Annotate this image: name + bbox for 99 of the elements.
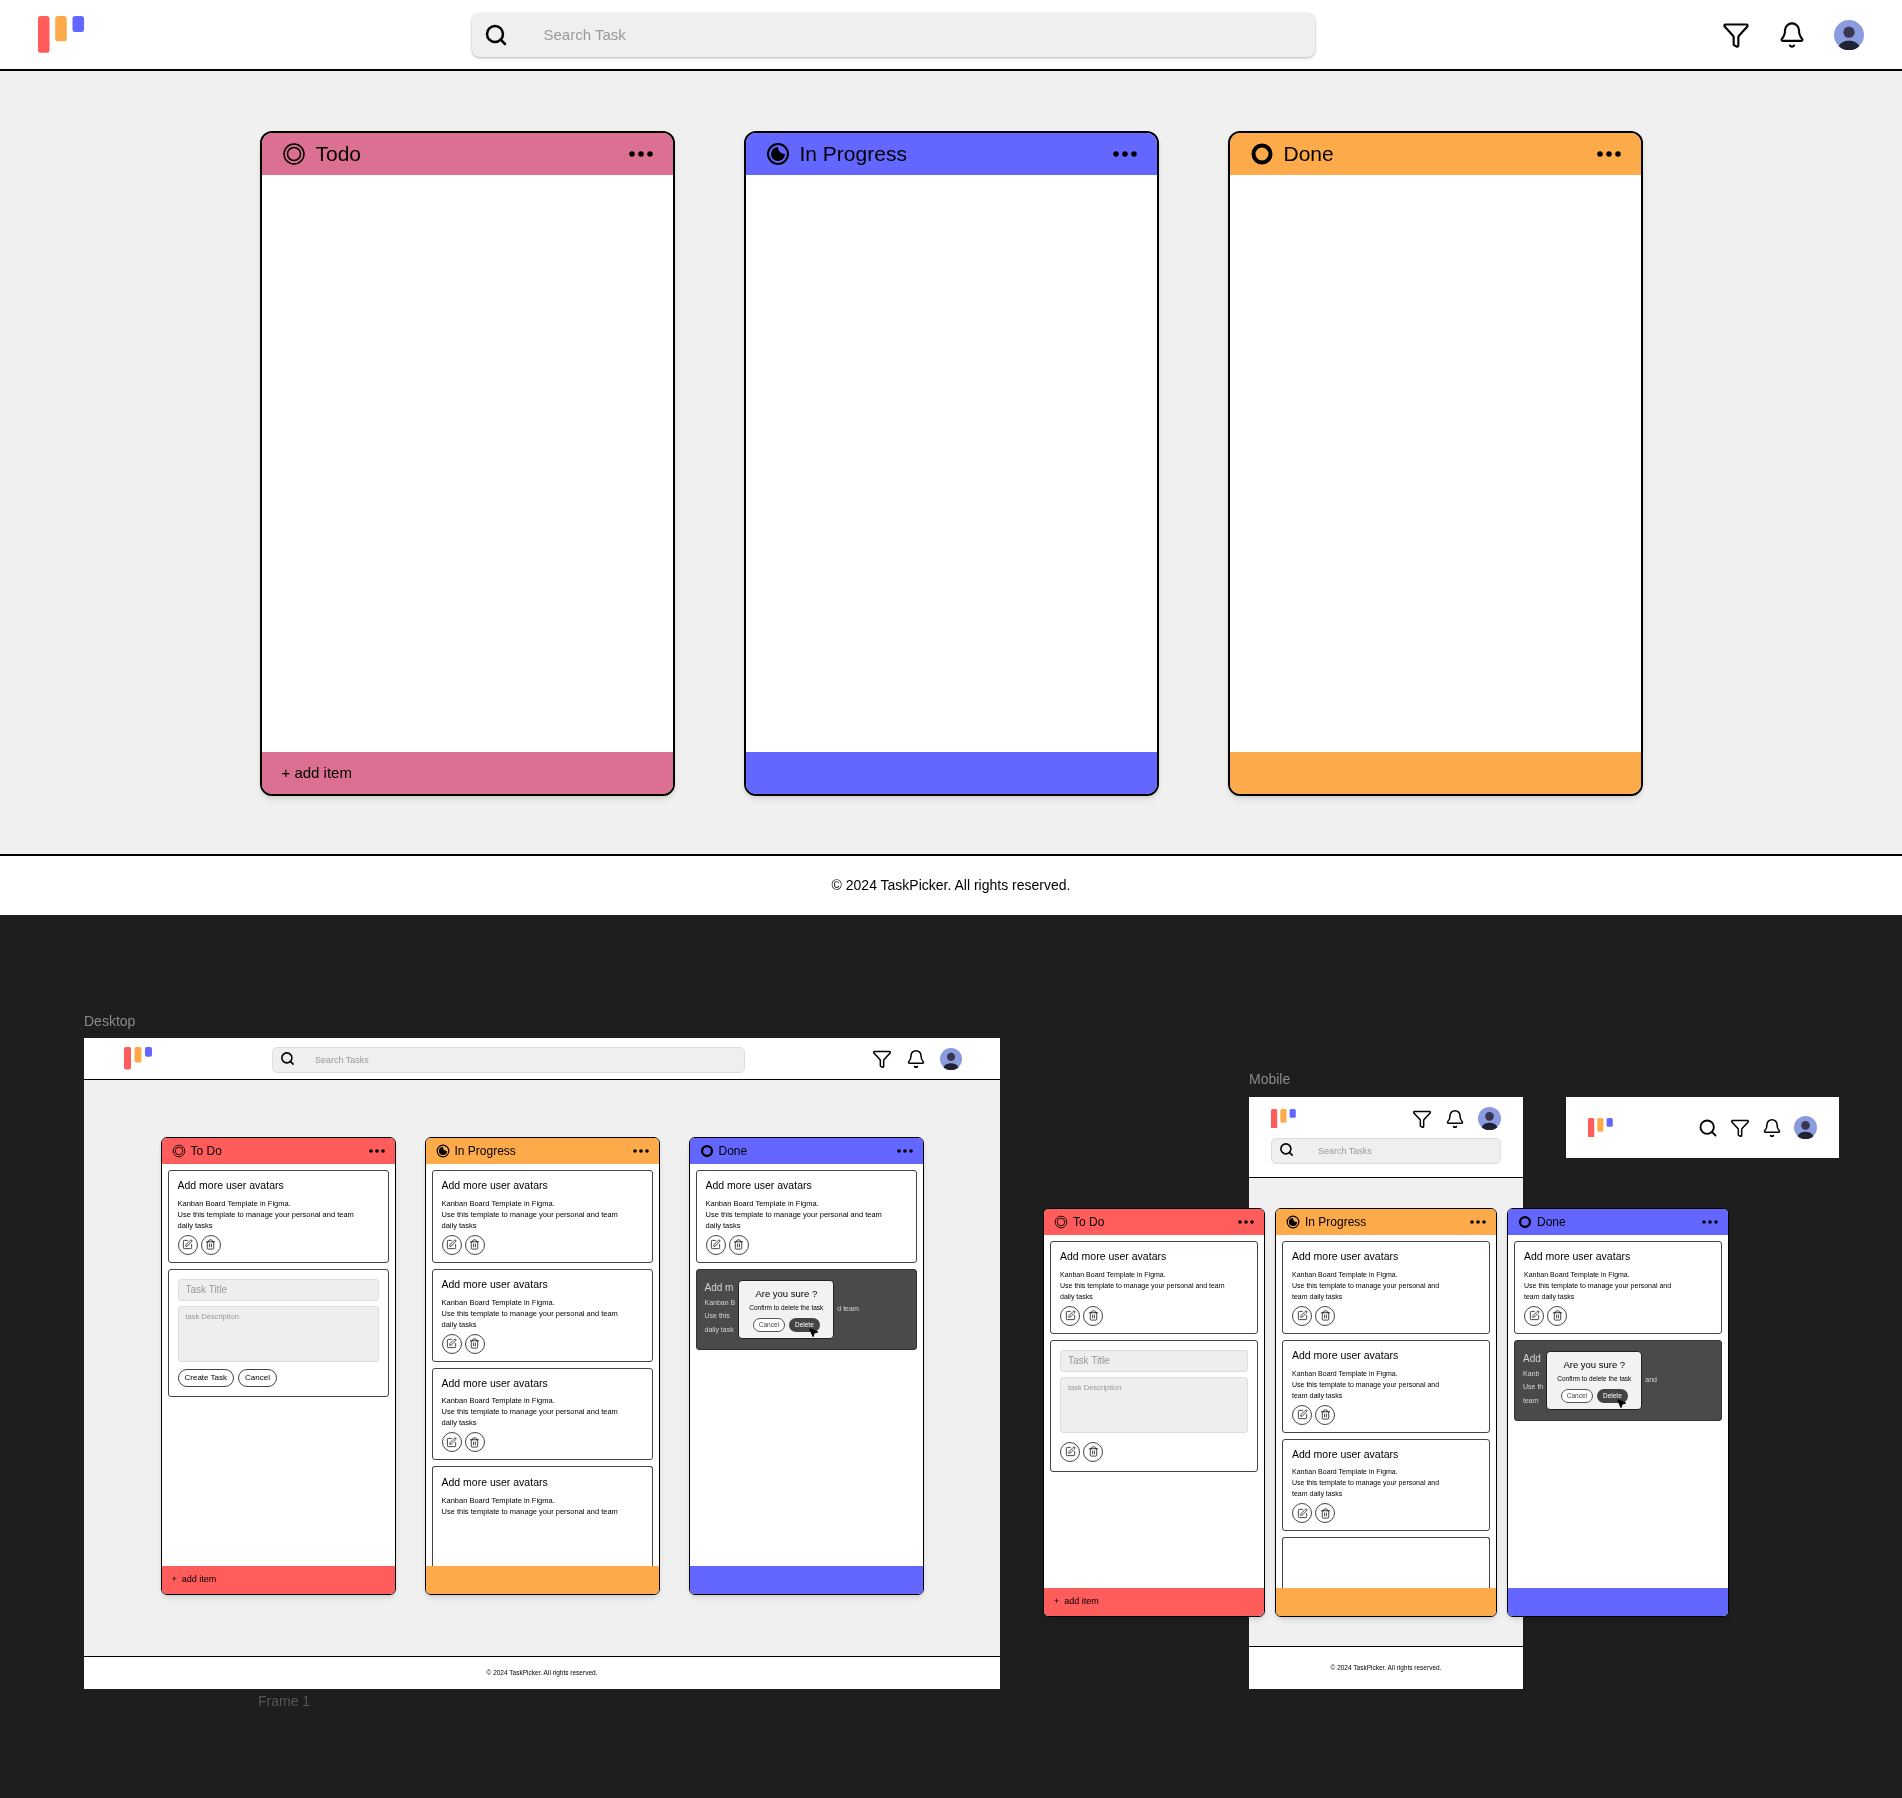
status-icon — [1054, 1215, 1068, 1229]
more-icon[interactable] — [1112, 151, 1137, 157]
status-icon — [1249, 142, 1274, 166]
column-title: Done — [1537, 1214, 1567, 1231]
logo-icon — [38, 16, 84, 53]
edit-icon — [1296, 1507, 1308, 1519]
edit-icon — [1064, 1446, 1076, 1458]
filter-icon[interactable] — [1730, 1117, 1750, 1138]
notification-icon[interactable] — [906, 1048, 926, 1069]
column-title: To Do — [190, 1143, 223, 1160]
search-field[interactable]: Search Tasks — [1271, 1138, 1501, 1164]
trash-icon — [1319, 1310, 1331, 1322]
search-icon[interactable] — [1698, 1117, 1718, 1138]
add-item-button[interactable]: + add item — [171, 1573, 217, 1587]
filter-icon[interactable] — [1722, 20, 1750, 49]
trash-icon — [469, 1436, 480, 1448]
edit-icon — [710, 1239, 721, 1251]
column-title: In Progress — [799, 141, 908, 168]
status-icon — [171, 1144, 186, 1158]
task-title: Add more user avatars — [1292, 1347, 1400, 1363]
logo-icon — [1588, 1117, 1613, 1138]
avatar-icon[interactable] — [1834, 19, 1864, 50]
task-title: Add more user avatars — [1292, 1446, 1400, 1462]
edit-icon — [1296, 1409, 1308, 1420]
task-title: Add more user avatars — [441, 1375, 549, 1391]
trash-icon — [469, 1239, 480, 1251]
status-icon — [281, 142, 306, 166]
search-field[interactable]: Search Tasks — [272, 1046, 745, 1073]
column-title: To Do — [1073, 1214, 1106, 1231]
task-title: Add — [1523, 1351, 1542, 1366]
trash-icon — [1087, 1446, 1099, 1458]
status-icon — [435, 1144, 450, 1158]
edit-icon — [1528, 1310, 1540, 1322]
task-title: Add more user avatars — [441, 1178, 549, 1193]
copyright-text: © 2024 TaskPicker. All rights reserved. — [831, 876, 1071, 895]
trash-icon — [469, 1338, 480, 1349]
task-title: Add more user avatars — [1524, 1249, 1632, 1264]
task-title: Add more user avatars — [441, 1276, 549, 1292]
notification-icon[interactable] — [1445, 1108, 1465, 1129]
more-icon[interactable] — [1470, 1220, 1486, 1224]
avatar-icon[interactable] — [1478, 1107, 1501, 1130]
task-title: Add more user avatars — [441, 1475, 549, 1491]
logo-icon — [124, 1047, 152, 1070]
more-icon[interactable] — [1238, 1220, 1254, 1224]
trash-icon — [733, 1239, 744, 1251]
add-item-button[interactable]: + add item — [1054, 1595, 1099, 1609]
cancel-button[interactable]: Cancel — [238, 1368, 277, 1387]
filter-icon[interactable] — [872, 1048, 892, 1069]
trash-icon — [1551, 1310, 1563, 1322]
edit-icon — [1064, 1310, 1076, 1322]
search-icon — [280, 1050, 295, 1066]
avatar-icon[interactable] — [1794, 1116, 1817, 1139]
notification-icon[interactable] — [1762, 1117, 1782, 1138]
notification-icon[interactable] — [1778, 20, 1806, 49]
cursor-icon — [808, 1326, 820, 1338]
more-icon[interactable] — [1702, 1220, 1718, 1224]
task-title: Add more user avatars — [1292, 1249, 1400, 1264]
status-icon — [1286, 1215, 1300, 1229]
task-title-field[interactable]: Task Title — [1060, 1349, 1248, 1372]
dialog-title: Are you sure ? — [755, 1286, 818, 1301]
task-title-field[interactable]: Task Title — [177, 1278, 379, 1301]
column-title: In Progress — [1305, 1214, 1368, 1231]
more-icon[interactable] — [632, 1149, 649, 1153]
edit-icon — [1296, 1310, 1308, 1322]
trash-icon — [1087, 1310, 1099, 1322]
more-icon[interactable] — [368, 1149, 385, 1153]
column-title: Done — [1283, 141, 1335, 168]
status-icon — [1518, 1215, 1532, 1229]
add-item-button[interactable]: + add item — [281, 761, 352, 785]
task-title: Add more user avatars — [705, 1178, 813, 1193]
frame-label: Mobile — [1249, 1070, 1291, 1089]
cursor-icon — [1616, 1397, 1628, 1409]
avatar-icon[interactable] — [940, 1047, 962, 1070]
logo-icon — [1271, 1108, 1296, 1129]
task-title: Add more user avatars — [1060, 1249, 1168, 1264]
filter-icon[interactable] — [1412, 1108, 1432, 1129]
dialog-title: Are you sure ? — [1563, 1357, 1626, 1372]
more-icon[interactable] — [1596, 151, 1621, 157]
frame-label: Desktop — [84, 1012, 136, 1031]
task-title: Add more user avatars — [177, 1178, 285, 1193]
edit-icon — [446, 1436, 457, 1448]
more-icon[interactable] — [628, 151, 653, 157]
search-icon — [483, 22, 508, 47]
edit-icon — [446, 1338, 457, 1349]
more-icon[interactable] — [896, 1149, 913, 1153]
search-field[interactable]: Search Task — [471, 12, 1315, 57]
edit-icon — [446, 1239, 457, 1251]
edit-icon — [182, 1239, 193, 1251]
column-title: Done — [718, 1143, 749, 1160]
create-task-button[interactable]: Create Task — [177, 1368, 235, 1387]
trash-icon — [1319, 1409, 1331, 1420]
search-icon — [1279, 1142, 1294, 1157]
trash-icon — [1319, 1507, 1331, 1519]
column-title: Todo — [315, 141, 363, 168]
status-icon — [765, 142, 790, 166]
column-title: In Progress — [454, 1143, 517, 1160]
status-icon — [699, 1144, 714, 1158]
trash-icon — [205, 1239, 216, 1251]
task-title: Add m — [704, 1280, 735, 1295]
